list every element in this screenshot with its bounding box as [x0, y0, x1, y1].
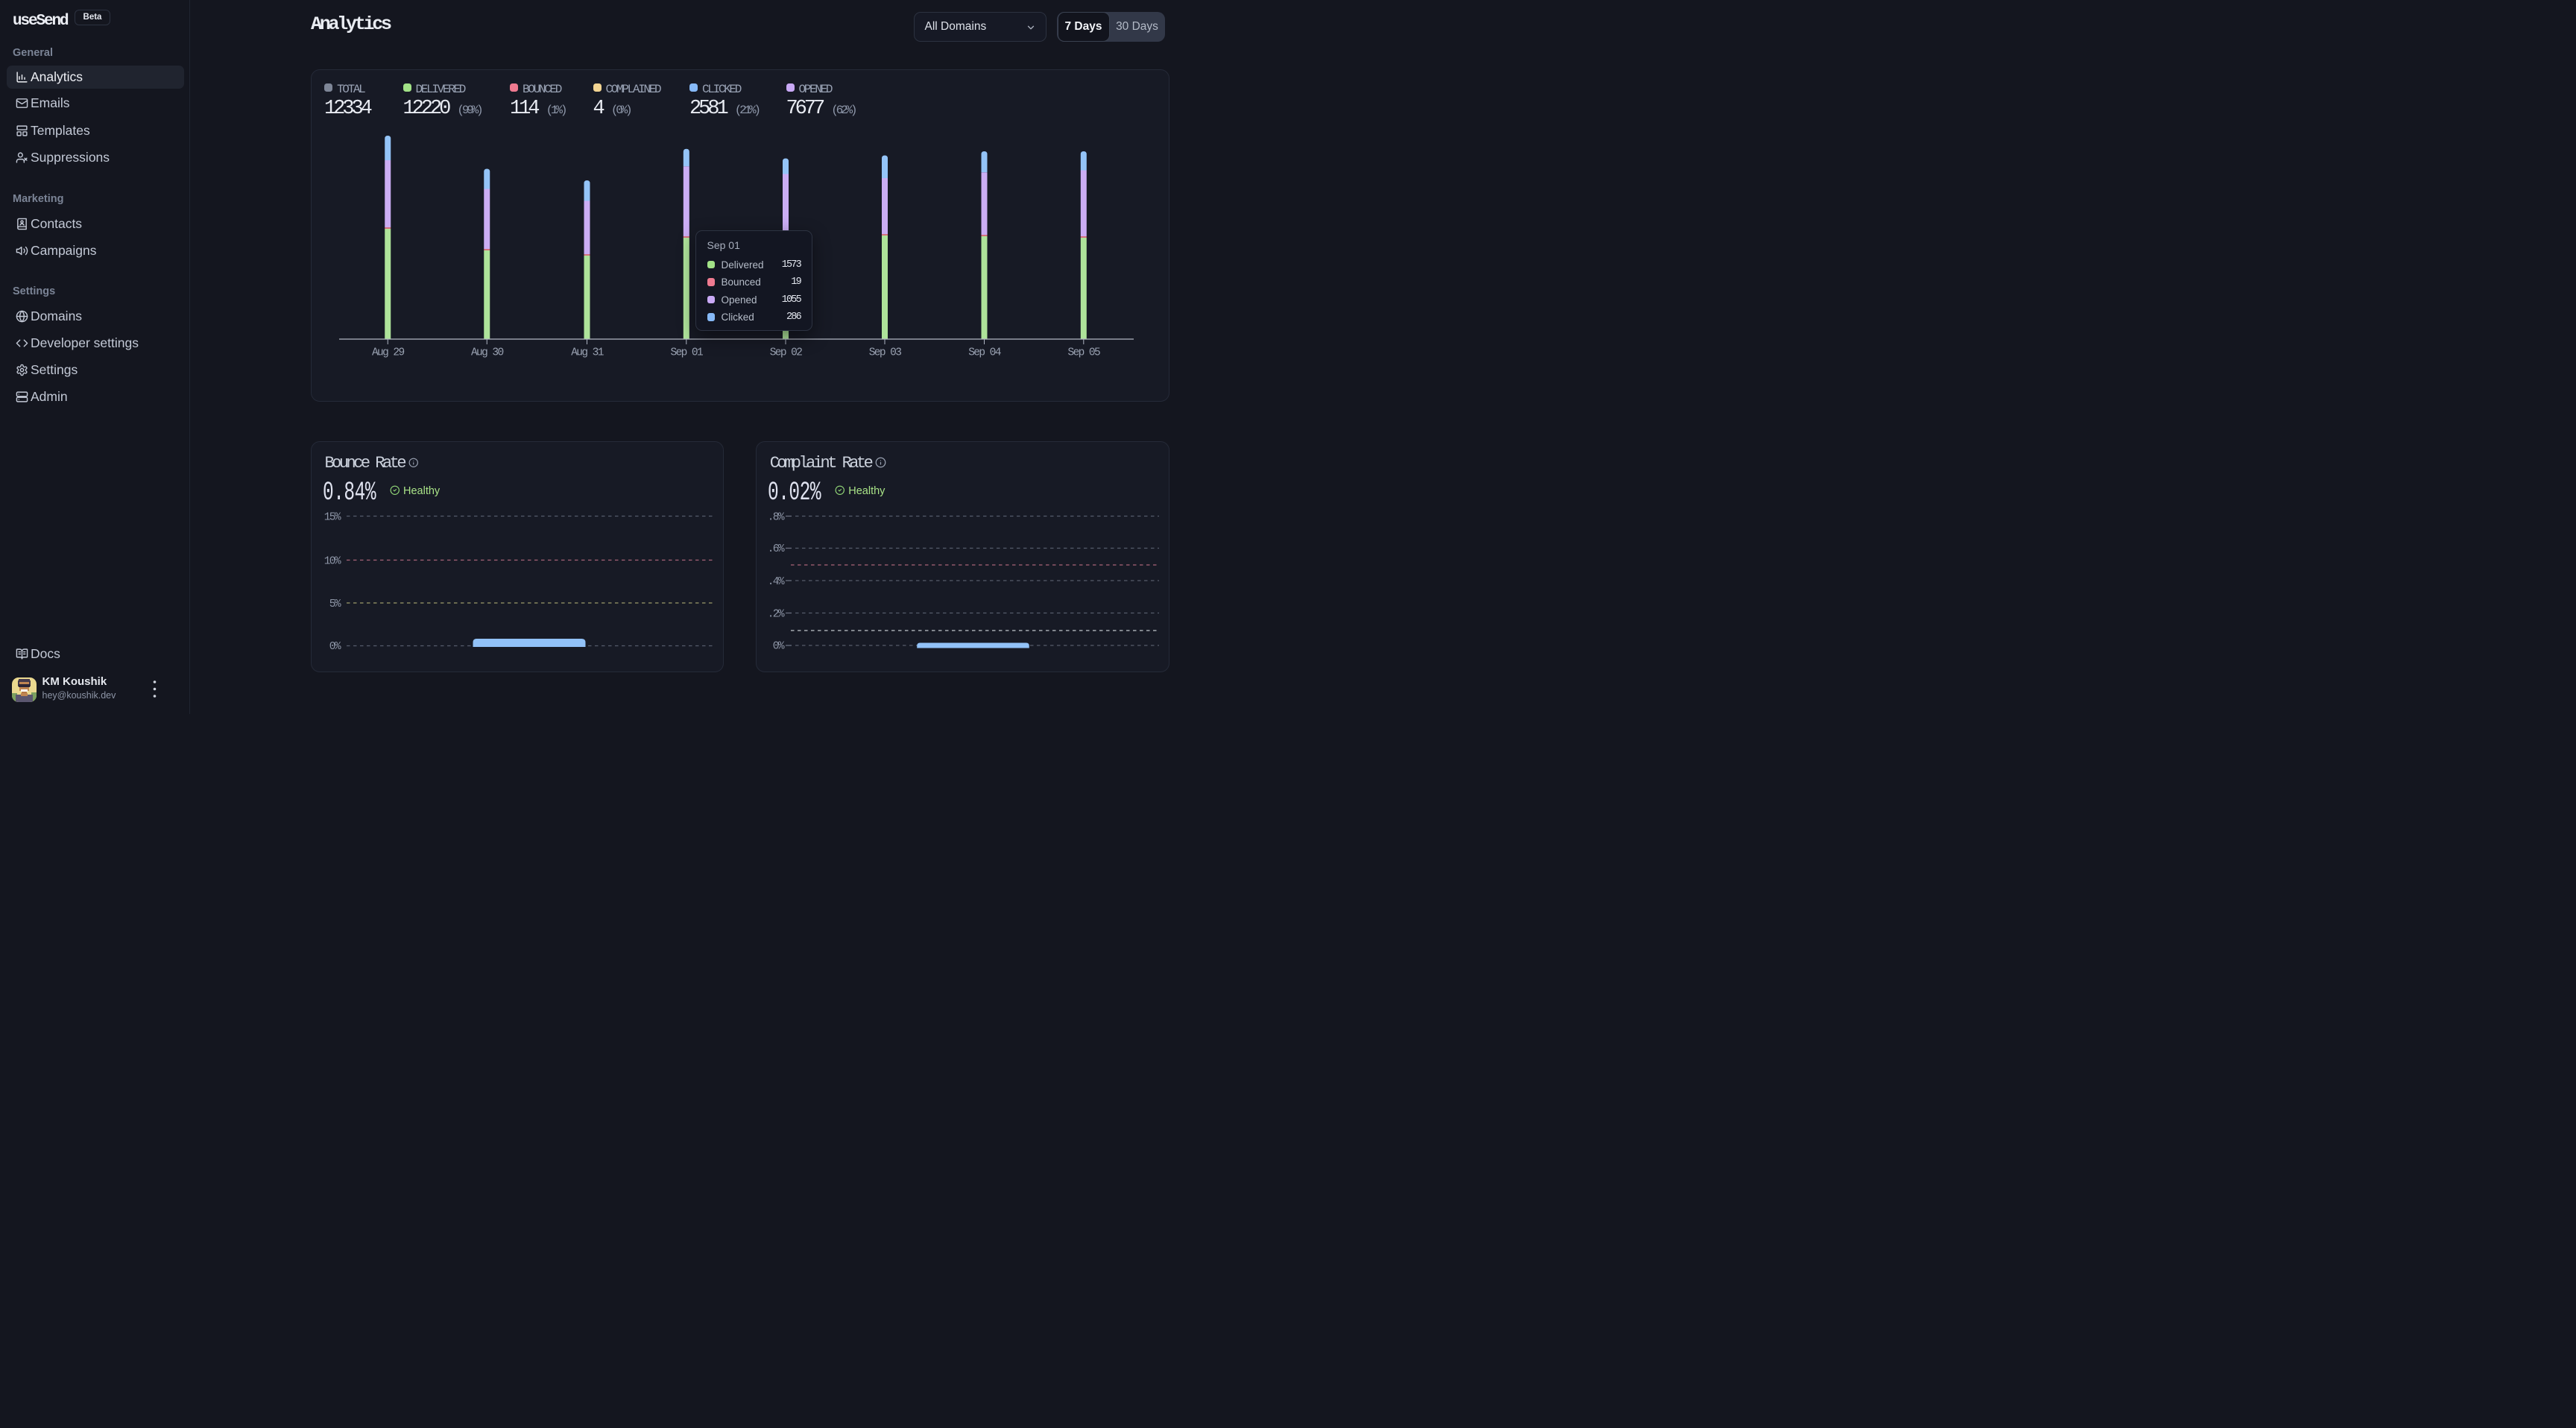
svg-text:Sep 05: Sep 05 [1067, 347, 1100, 358]
svg-text:0%: 0% [329, 641, 341, 653]
svg-text:.4%: .4% [768, 576, 785, 588]
svg-text:Sep 02: Sep 02 [770, 347, 803, 358]
svg-text:.2%: .2% [768, 608, 785, 620]
svg-text:Sep 01: Sep 01 [670, 347, 703, 358]
svg-text:Aug 30: Aug 30 [471, 347, 504, 358]
svg-text:.8%: .8% [768, 511, 785, 523]
svg-text:Aug 29: Aug 29 [372, 347, 405, 358]
svg-text:15%: 15% [324, 511, 341, 523]
svg-text:Aug 31: Aug 31 [571, 347, 604, 358]
svg-text:10%: 10% [324, 555, 341, 567]
svg-text:Sep 03: Sep 03 [869, 347, 902, 358]
svg-text:.6%: .6% [768, 543, 785, 555]
svg-text:5%: 5% [329, 598, 341, 610]
svg-text:0%: 0% [773, 640, 785, 652]
svg-text:Sep 04: Sep 04 [968, 347, 1001, 358]
